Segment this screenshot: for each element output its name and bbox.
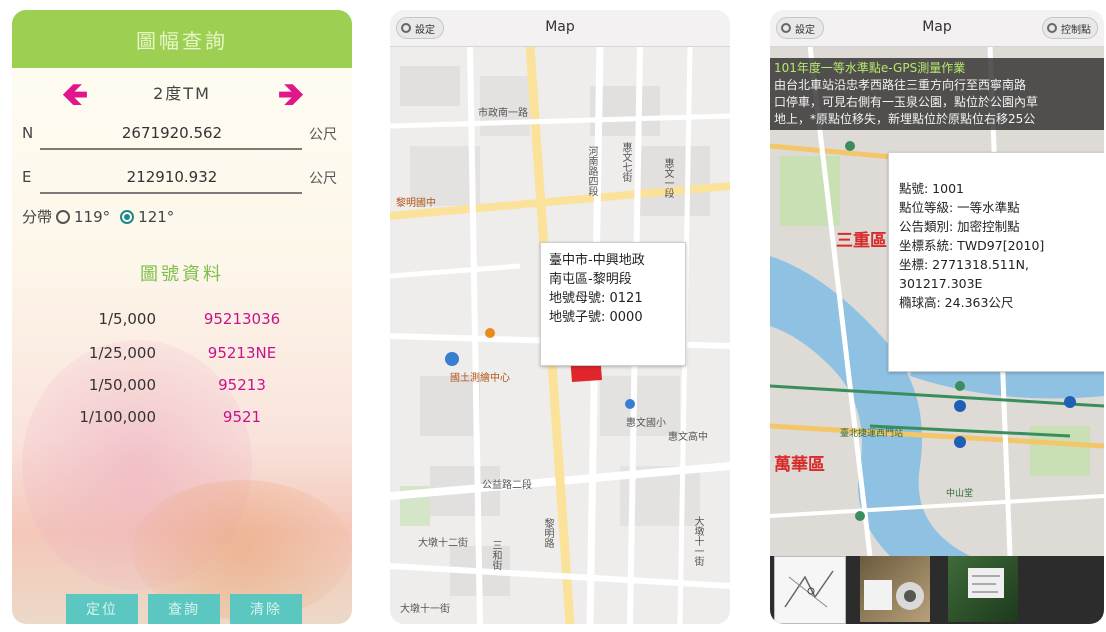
top-bar: 設定 Map bbox=[390, 10, 730, 47]
sketch-thumbnail[interactable] bbox=[774, 556, 846, 624]
map-view[interactable]: 市政南一路 河南路四段 惠文七街 惠文一段 公益路二段 大墩十二街 大墩十一街 … bbox=[390, 46, 730, 624]
n-coordinate-field[interactable]: N 2671920.562 公尺 bbox=[12, 120, 352, 150]
parcel-map-screen: 設定 Map 市政南一路 河南路四段 惠文七街 惠文一段 公益路二段 大墩十二街… bbox=[390, 10, 730, 624]
popup-line: 點號: 1001 bbox=[899, 181, 964, 196]
sheet-section-title: 圖號資料 bbox=[140, 264, 224, 285]
control-point-popup: 點號: 1001 點位等級: 一等水準點 公告類別: 加密控制點 坐標系統: T… bbox=[888, 152, 1104, 372]
poi-label: 惠文國小 bbox=[626, 418, 666, 429]
photo-strip bbox=[770, 556, 1104, 624]
parcel-popup: 臺中市-中興地政 南屯區-黎明段 地號母號: 0121 地號子號: 0000 bbox=[540, 242, 686, 366]
photo-image bbox=[968, 568, 1004, 598]
poi-label: 黎明國中 bbox=[396, 198, 436, 209]
sketch-image bbox=[784, 570, 834, 608]
poi-label: 國土測繪中心 bbox=[450, 373, 510, 384]
input-underline bbox=[40, 148, 302, 150]
road-label: 河南路四段 bbox=[586, 146, 597, 196]
scale-label: 1/5,000 bbox=[98, 310, 156, 328]
poi-label: 中山堂 bbox=[946, 489, 974, 499]
scale-label: 1/25,000 bbox=[88, 344, 156, 362]
scale-label: 1/100,000 bbox=[79, 408, 156, 426]
sheet-number: 95213036 bbox=[203, 310, 281, 328]
zone-121-radio[interactable] bbox=[120, 209, 135, 224]
popup-line: 公告類別: 加密控制點 bbox=[899, 219, 1020, 234]
banner-heading: 101年度一等水準點e-GPS測量作業 bbox=[774, 61, 966, 75]
scale-label: 1/50,000 bbox=[88, 376, 156, 394]
photo-thumbnail[interactable] bbox=[948, 556, 1018, 622]
arrow-right-icon[interactable]: 🡺 bbox=[278, 76, 304, 112]
road-label: 大墩十一街 bbox=[692, 516, 703, 566]
banner-text: 由台北車站沿忠孝西路往三重方向行至西寧南路 bbox=[774, 78, 1027, 92]
poi-label: 惠文高中 bbox=[668, 432, 708, 443]
sheet-row: 1/5,000 95213036 bbox=[12, 310, 352, 338]
road-label: 惠文七街 bbox=[620, 142, 631, 182]
control-points-label: 控制點 bbox=[1061, 24, 1091, 36]
projection-selector: 🡸 2度TM 🡺 bbox=[12, 76, 352, 112]
page-title: 圖幅查詢 bbox=[12, 10, 352, 68]
popup-line: 坐標系統: TWD97[2010] bbox=[899, 238, 1045, 253]
sheet-query-screen: 圖幅查詢 🡸 2度TM 🡺 N 2671920.562 公尺 E 212910.… bbox=[12, 10, 352, 624]
popup-line: 橢球高: 24.363公尺 bbox=[899, 295, 1014, 310]
action-buttons: 定位 查詢 清除 bbox=[66, 594, 302, 624]
popup-line: 南屯區-黎明段 bbox=[549, 272, 632, 287]
popup-line: 點位等級: 一等水準點 bbox=[899, 200, 1020, 215]
road-label: 三和街 bbox=[490, 540, 501, 570]
sheet-row: 1/25,000 95213NE bbox=[12, 344, 352, 372]
sheet-number: 95213 bbox=[218, 376, 266, 394]
e-coordinate-field[interactable]: E 212910.932 公尺 bbox=[12, 164, 352, 194]
district-label: 萬華區 bbox=[774, 455, 825, 475]
input-underline bbox=[40, 192, 302, 194]
zone-119-label: 119° bbox=[74, 207, 111, 226]
road-label: 市政南一路 bbox=[478, 108, 528, 119]
circle-icon bbox=[1047, 23, 1057, 33]
top-bar: 設定 Map 控制點 bbox=[770, 10, 1104, 47]
n-value[interactable]: 2671920.562 bbox=[42, 124, 302, 142]
zone-119-radio[interactable] bbox=[56, 209, 71, 224]
locate-button[interactable]: 定位 bbox=[66, 594, 138, 624]
photo-thumbnail[interactable] bbox=[860, 556, 930, 622]
clear-button[interactable]: 清除 bbox=[230, 594, 302, 624]
sheet-row: 1/50,000 95213 bbox=[12, 376, 352, 404]
road-label: 公益路二段 bbox=[482, 480, 532, 491]
photo-image bbox=[864, 580, 924, 610]
zone-selector: 分帶 119° 121° bbox=[22, 206, 174, 227]
query-button[interactable]: 查詢 bbox=[148, 594, 220, 624]
n-label: N bbox=[22, 124, 34, 142]
popup-line: 地號母號: 0121 bbox=[549, 291, 643, 306]
banner-text: 口停車，可見右側有一玉泉公園，點位於公園內草 bbox=[774, 95, 1039, 109]
road-label: 黎明路 bbox=[542, 518, 553, 548]
e-value[interactable]: 212910.932 bbox=[42, 168, 302, 186]
control-points-button[interactable]: 控制點 bbox=[1042, 17, 1098, 39]
road-label: 大墩十一街 bbox=[400, 604, 450, 615]
map-title: Map bbox=[545, 19, 575, 35]
district-label: 三重區 bbox=[836, 231, 887, 251]
popup-line: 301217.303E bbox=[899, 276, 983, 291]
zone-121-label: 121° bbox=[138, 207, 175, 226]
banner-text: 地上，*原點位移失，新埋點位於原點位右移25公 bbox=[774, 112, 1036, 126]
point-description-banner: 101年度一等水準點e-GPS測量作業 由台北車站沿忠孝西路往三重方向行至西寧南… bbox=[770, 58, 1104, 130]
sheet-number: 95213NE bbox=[207, 344, 277, 362]
unit-label: 公尺 bbox=[309, 171, 337, 187]
poi-label: 臺北捷運西門站 bbox=[840, 429, 904, 439]
road-label: 大墩十二街 bbox=[418, 538, 468, 549]
e-label: E bbox=[22, 168, 32, 186]
control-point-map-screen: 設定 Map 控制點 三重區 萬華區 臺北捷運西門站 中山堂 點號: 1001 … bbox=[770, 10, 1104, 624]
popup-line: 地號子號: 0000 bbox=[549, 310, 643, 325]
sheet-row: 1/100,000 9521 bbox=[12, 408, 352, 436]
unit-label: 公尺 bbox=[309, 127, 337, 143]
zone-label: 分帶 bbox=[22, 208, 53, 226]
popup-line: 臺中市-中興地政 bbox=[549, 253, 645, 268]
popup-line: 坐標: 2771318.511N, bbox=[899, 257, 1030, 272]
road-label: 惠文一段 bbox=[662, 158, 673, 198]
sheet-number: 9521 bbox=[222, 408, 262, 426]
